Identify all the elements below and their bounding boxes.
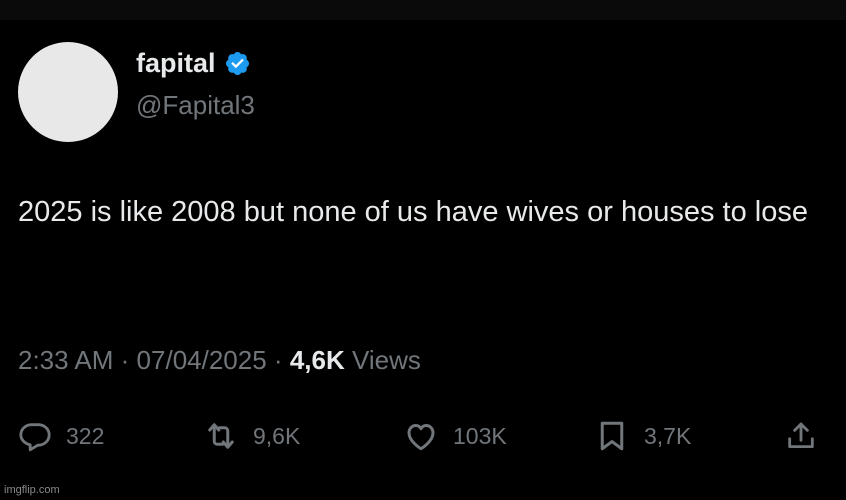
reply-count: 322 — [66, 422, 105, 449]
like-button[interactable]: 103K — [403, 416, 507, 456]
avatar[interactable] — [18, 42, 118, 142]
tweet-text: 2025 is like 2008 but none of us have wi… — [18, 196, 808, 228]
like-count: 103K — [453, 422, 507, 449]
author-display-name[interactable]: fapital — [136, 48, 216, 78]
views-count: 4,6K — [289, 345, 345, 375]
repost-count: 9,6K — [253, 422, 301, 449]
author-handle[interactable]: @Fapital3 — [136, 90, 255, 120]
tweet-meta: 2:33 AM · 07/04/2025 · 4,6K Views — [18, 345, 421, 375]
reply-icon — [18, 419, 52, 453]
repost-icon — [203, 418, 239, 454]
author-name-row: fapital — [136, 48, 251, 78]
meta-separator: · — [120, 345, 130, 375]
heart-icon — [403, 418, 439, 454]
bookmark-icon — [594, 418, 630, 454]
action-bar: 322 9,6K 103K 3,7K — [18, 416, 830, 456]
tweet-time[interactable]: 2:33 AM — [18, 345, 113, 375]
views-label: Views — [351, 345, 421, 375]
meta-separator: · — [273, 345, 283, 375]
tweet-date[interactable]: 07/04/2025 — [137, 345, 267, 375]
bookmark-count: 3,7K — [644, 422, 692, 449]
top-band — [0, 0, 846, 20]
reply-button[interactable]: 322 — [18, 416, 104, 456]
verified-badge-icon — [224, 50, 251, 77]
tweet-card: fapital @Fapital3 2025 is like 2008 but … — [0, 20, 846, 500]
imgflip-watermark: imgflip.com — [4, 484, 60, 496]
bookmark-button[interactable]: 3,7K — [594, 416, 691, 456]
share-icon — [784, 419, 818, 453]
share-button[interactable] — [784, 416, 818, 456]
repost-button[interactable]: 9,6K — [203, 416, 300, 456]
